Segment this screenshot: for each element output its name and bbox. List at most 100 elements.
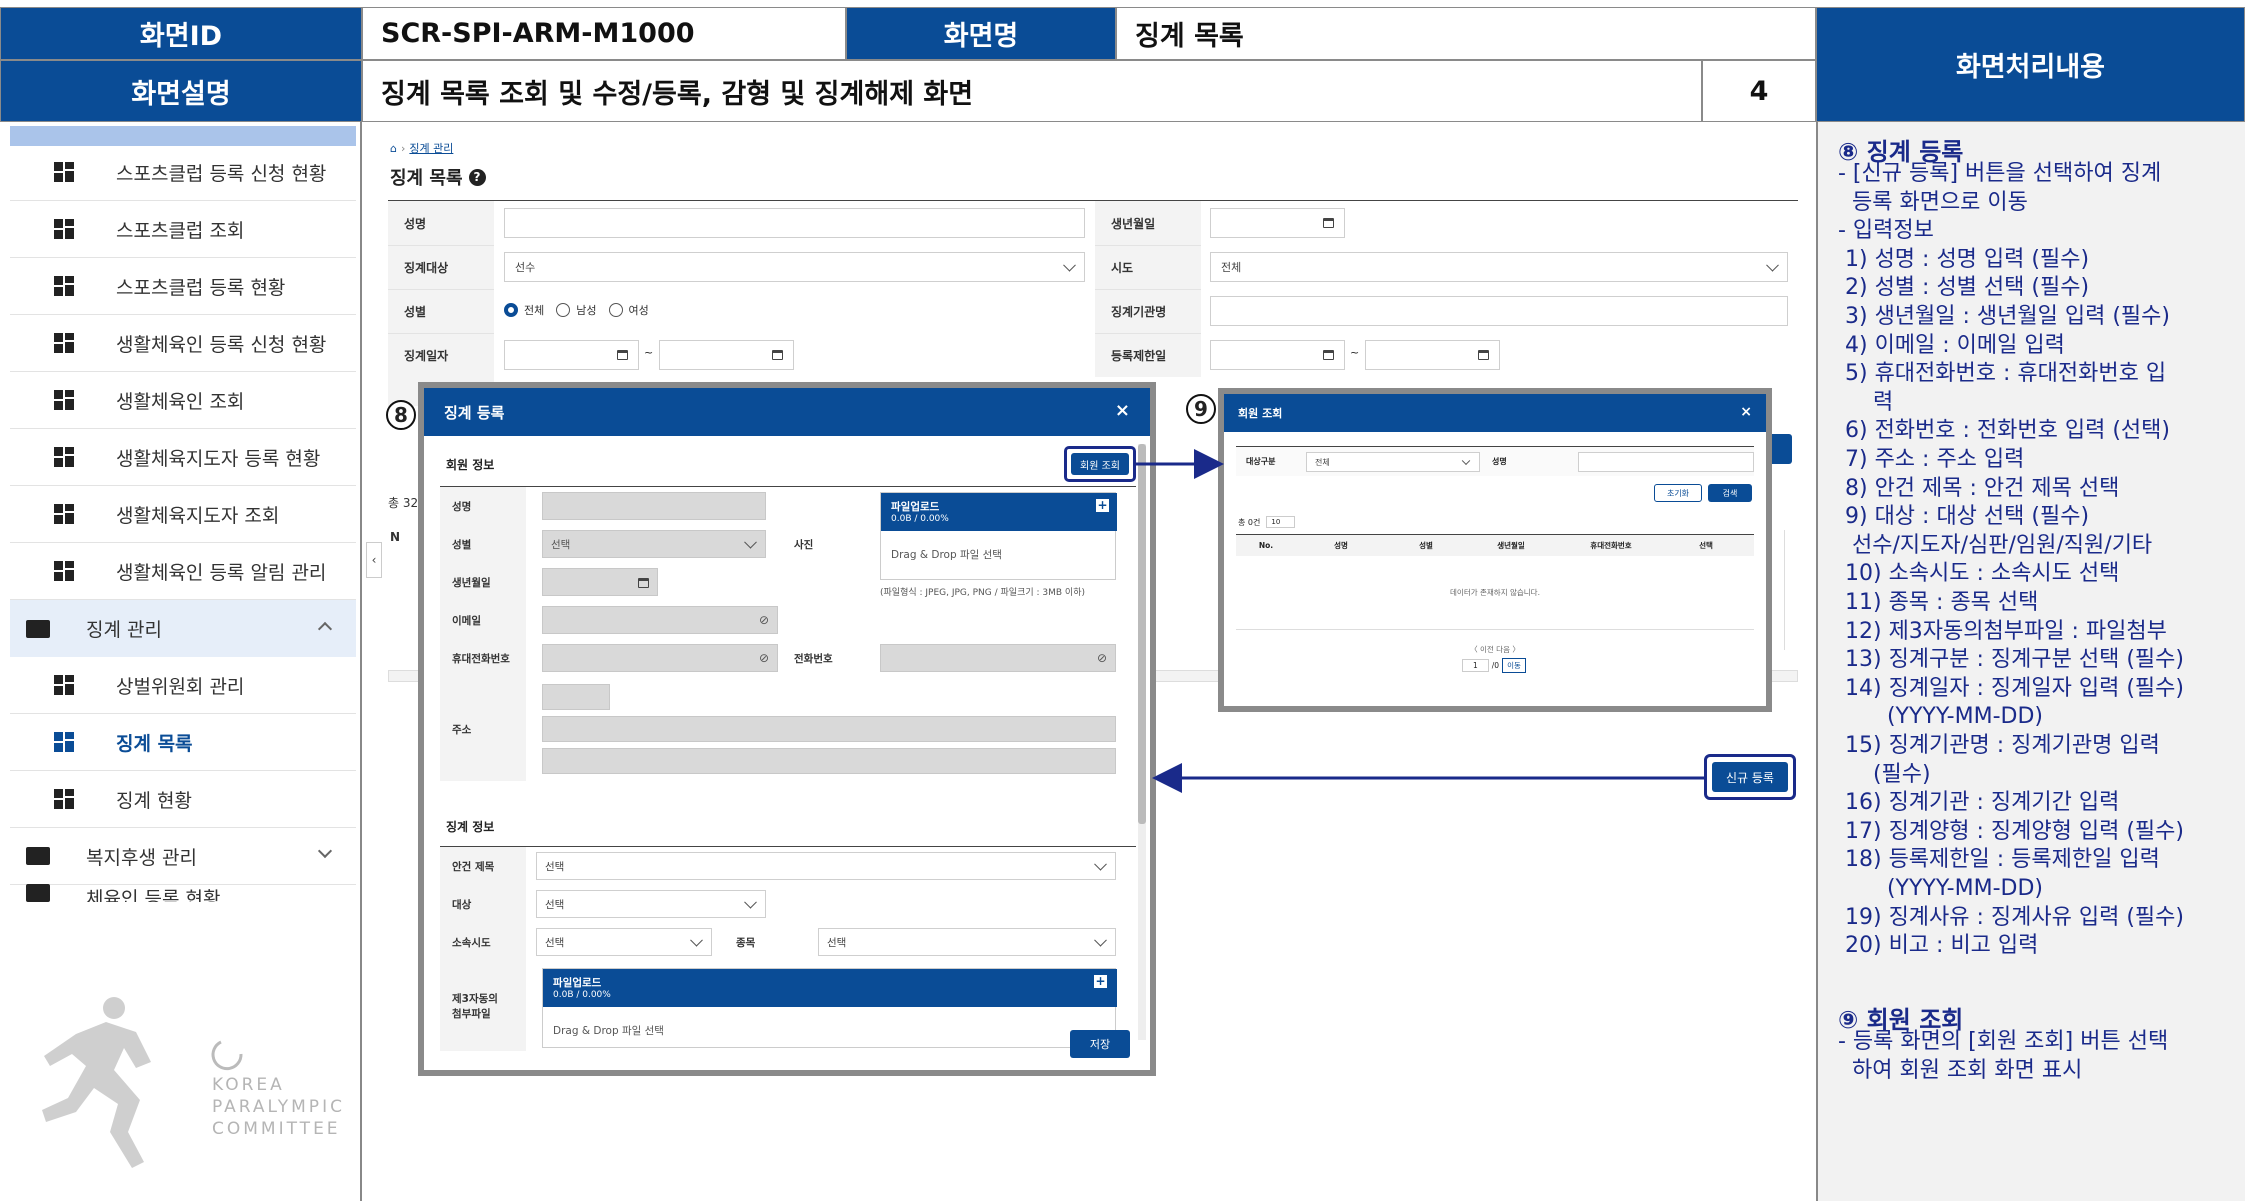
reg-case-select[interactable]: 선택 [536, 852, 1116, 880]
date-from-input[interactable] [504, 340, 639, 370]
page-input[interactable]: 1 [1462, 659, 1489, 672]
reg-address1-input[interactable] [542, 716, 1116, 742]
name-input[interactable] [504, 208, 1085, 238]
consent-label-line1: 제3자동의 [452, 993, 498, 1005]
calendar-icon[interactable] [638, 578, 649, 588]
home-icon[interactable]: ⌂ [390, 142, 397, 155]
reg-zip-input[interactable] [542, 684, 610, 710]
panel-line: 16) 징계기관 : 징계기간 입력 [1838, 790, 2120, 816]
calendar-icon[interactable] [1323, 350, 1334, 360]
lookup-pager[interactable]: 〈 이전 다음 〉 [1224, 644, 1766, 655]
folder-icon [26, 847, 50, 865]
target-select[interactable]: 선수 [504, 252, 1085, 282]
grid-icon [54, 732, 74, 752]
page-size-select[interactable]: 10 [1266, 516, 1296, 528]
total-count: 총 32 [388, 496, 419, 510]
limit-from-input[interactable] [1210, 340, 1345, 370]
reg-mobile-input[interactable]: ⊘ [542, 644, 778, 672]
sidebar-item-athlete-apply[interactable]: 생활체육인 등록 신청 현황 [10, 315, 356, 372]
close-icon[interactable]: × [1740, 404, 1752, 420]
sidebar-collapse-button[interactable]: ‹ [366, 542, 382, 578]
panel-line: 15) 징계기관명 : 징계기관명 입력 [1838, 733, 2160, 758]
lookup-type-label: 대상구분 [1246, 457, 1276, 466]
page-title: 징계 목록 ? [390, 164, 486, 190]
eye-off-icon[interactable]: ⊘ [759, 613, 769, 627]
reg-sido-select[interactable]: 선택 [536, 928, 712, 956]
sidebar-group-discipline[interactable]: 징계 관리 [10, 600, 356, 657]
reg-name-input[interactable] [542, 492, 766, 520]
reg-target-select[interactable]: 선택 [536, 890, 766, 918]
plus-icon[interactable]: + [1094, 975, 1107, 988]
sidebar-item-label: 생활체육인 등록 알림 관리 [116, 561, 327, 584]
chevron-down-icon [690, 933, 703, 947]
radio-icon[interactable] [608, 303, 623, 317]
panel-line: 등록 화면으로 이동 [1838, 189, 2028, 215]
agency-input[interactable] [1210, 296, 1788, 326]
eye-off-icon[interactable]: ⊘ [1097, 651, 1107, 665]
grid-icon [54, 504, 74, 524]
date-to-input[interactable] [659, 340, 794, 370]
scrollbar-thumb[interactable] [1138, 444, 1146, 824]
eye-off-icon[interactable]: ⊘ [759, 651, 769, 665]
reg-phone-input[interactable]: ⊘ [880, 644, 1116, 672]
consent-upload-header: 파일업로드 0.0B / 0.00% + [543, 969, 1117, 1007]
panel-line: 10) 소속시도 : 소속시도 선택 [1838, 561, 2120, 587]
grid-icon [54, 789, 74, 809]
limit-to-input[interactable] [1365, 340, 1500, 370]
upload-drop-text: Drag & Drop 파일 선택 [553, 1025, 664, 1037]
col-no: No. [1258, 541, 1274, 550]
reg-address2-input[interactable] [542, 748, 1116, 774]
radio-icon[interactable] [556, 303, 571, 317]
photo-upload[interactable]: 파일업로드 0.0B / 0.00% + Drag & Drop 파일 선택 [880, 492, 1117, 580]
calendar-icon[interactable] [617, 350, 628, 360]
marker-9: 9 [1186, 394, 1216, 424]
sido-select[interactable]: 전체 [1210, 252, 1788, 282]
reg-gender-select[interactable]: 선택 [542, 530, 766, 558]
sidebar-item-athlete-alert[interactable]: 생활체육인 등록 알림 관리 [10, 543, 356, 600]
member-lookup-button[interactable]: 회원 조회 [1071, 453, 1129, 475]
sidebar-item-coach-search[interactable]: 생활체육지도자 조회 [10, 486, 356, 543]
save-button[interactable]: 저장 [1070, 1030, 1130, 1058]
reg-email-input[interactable]: ⊘ [542, 606, 778, 634]
reg-mobile-label: 휴대전화번호 [440, 639, 526, 677]
member-section-title: 회원 정보 [446, 458, 495, 472]
screen-name-value: 징계 목록 [1116, 7, 1816, 60]
upload-size: 0.0B / 0.00% [891, 514, 949, 524]
consent-upload[interactable]: 파일업로드 0.0B / 0.00% + Drag & Drop 파일 선택 [542, 968, 1117, 1048]
panel-line: 하여 회원 조회 화면 표시 [1838, 1057, 2083, 1083]
modal-scrollbar[interactable] [1138, 444, 1146, 1040]
sidebar-item-athlete-search[interactable]: 생활체육인 조회 [10, 372, 356, 429]
sidebar-item-sportsclub-search[interactable]: 스포츠클럽 조회 [10, 201, 356, 258]
calendar-icon[interactable] [1478, 350, 1489, 360]
col-mobile: 휴대전화번호 [1590, 541, 1632, 550]
sidebar-group-partial[interactable]: 체육인 등록 현황 [10, 882, 356, 902]
plus-icon[interactable]: + [1096, 499, 1109, 512]
page-go-button[interactable]: 이동 [1502, 658, 1526, 673]
calendar-icon[interactable] [772, 350, 783, 360]
sidebar-item-label: 징계 목록 [116, 732, 193, 755]
lookup-type-select[interactable]: 전체 [1306, 452, 1480, 472]
radio-selected-icon[interactable] [504, 303, 518, 317]
sidebar-item-sportsclub-apply[interactable]: 스포츠클럽 등록 신청 현황 [10, 144, 356, 201]
lookup-reset-button[interactable]: 초기화 [1654, 484, 1702, 502]
new-register-button[interactable]: 신규 등록 [1712, 762, 1788, 792]
breadcrumb-link[interactable]: 징계 관리 [409, 140, 453, 156]
register-modal: 징계 등록 × 회원 정보 성명 성별 선택 생년월일 이메일 ⊘ 휴대전화번호… [424, 388, 1150, 1070]
reg-sport-select[interactable]: 선택 [818, 928, 1116, 956]
search-button-partial[interactable] [1768, 434, 1792, 464]
calendar-icon[interactable] [1323, 218, 1334, 228]
birth-input[interactable] [1210, 208, 1345, 238]
panel-line: 11) 종목 : 종목 선택 [1838, 590, 2039, 615]
sidebar-item-committee[interactable]: 상벌위원회 관리 [10, 657, 356, 714]
sidebar-item-sportsclub-status[interactable]: 스포츠클럽 등록 현황 [10, 258, 356, 315]
reg-birth-input[interactable] [542, 568, 658, 596]
help-icon[interactable]: ? [468, 168, 486, 186]
lookup-search-button[interactable]: 검색 [1708, 484, 1752, 502]
sidebar-group-welfare[interactable]: 복지후생 관리 [10, 828, 356, 885]
lookup-count-row: 총 0건 10 [1238, 516, 1296, 528]
sidebar-item-discipline-status[interactable]: 징계 현황 [10, 771, 356, 828]
close-icon[interactable]: × [1115, 400, 1130, 421]
sidebar-item-coach-status[interactable]: 생활체육지도자 등록 현황 [10, 429, 356, 486]
lookup-name-input[interactable] [1578, 452, 1754, 472]
sidebar-item-discipline-list[interactable]: 징계 목록 [10, 714, 356, 771]
